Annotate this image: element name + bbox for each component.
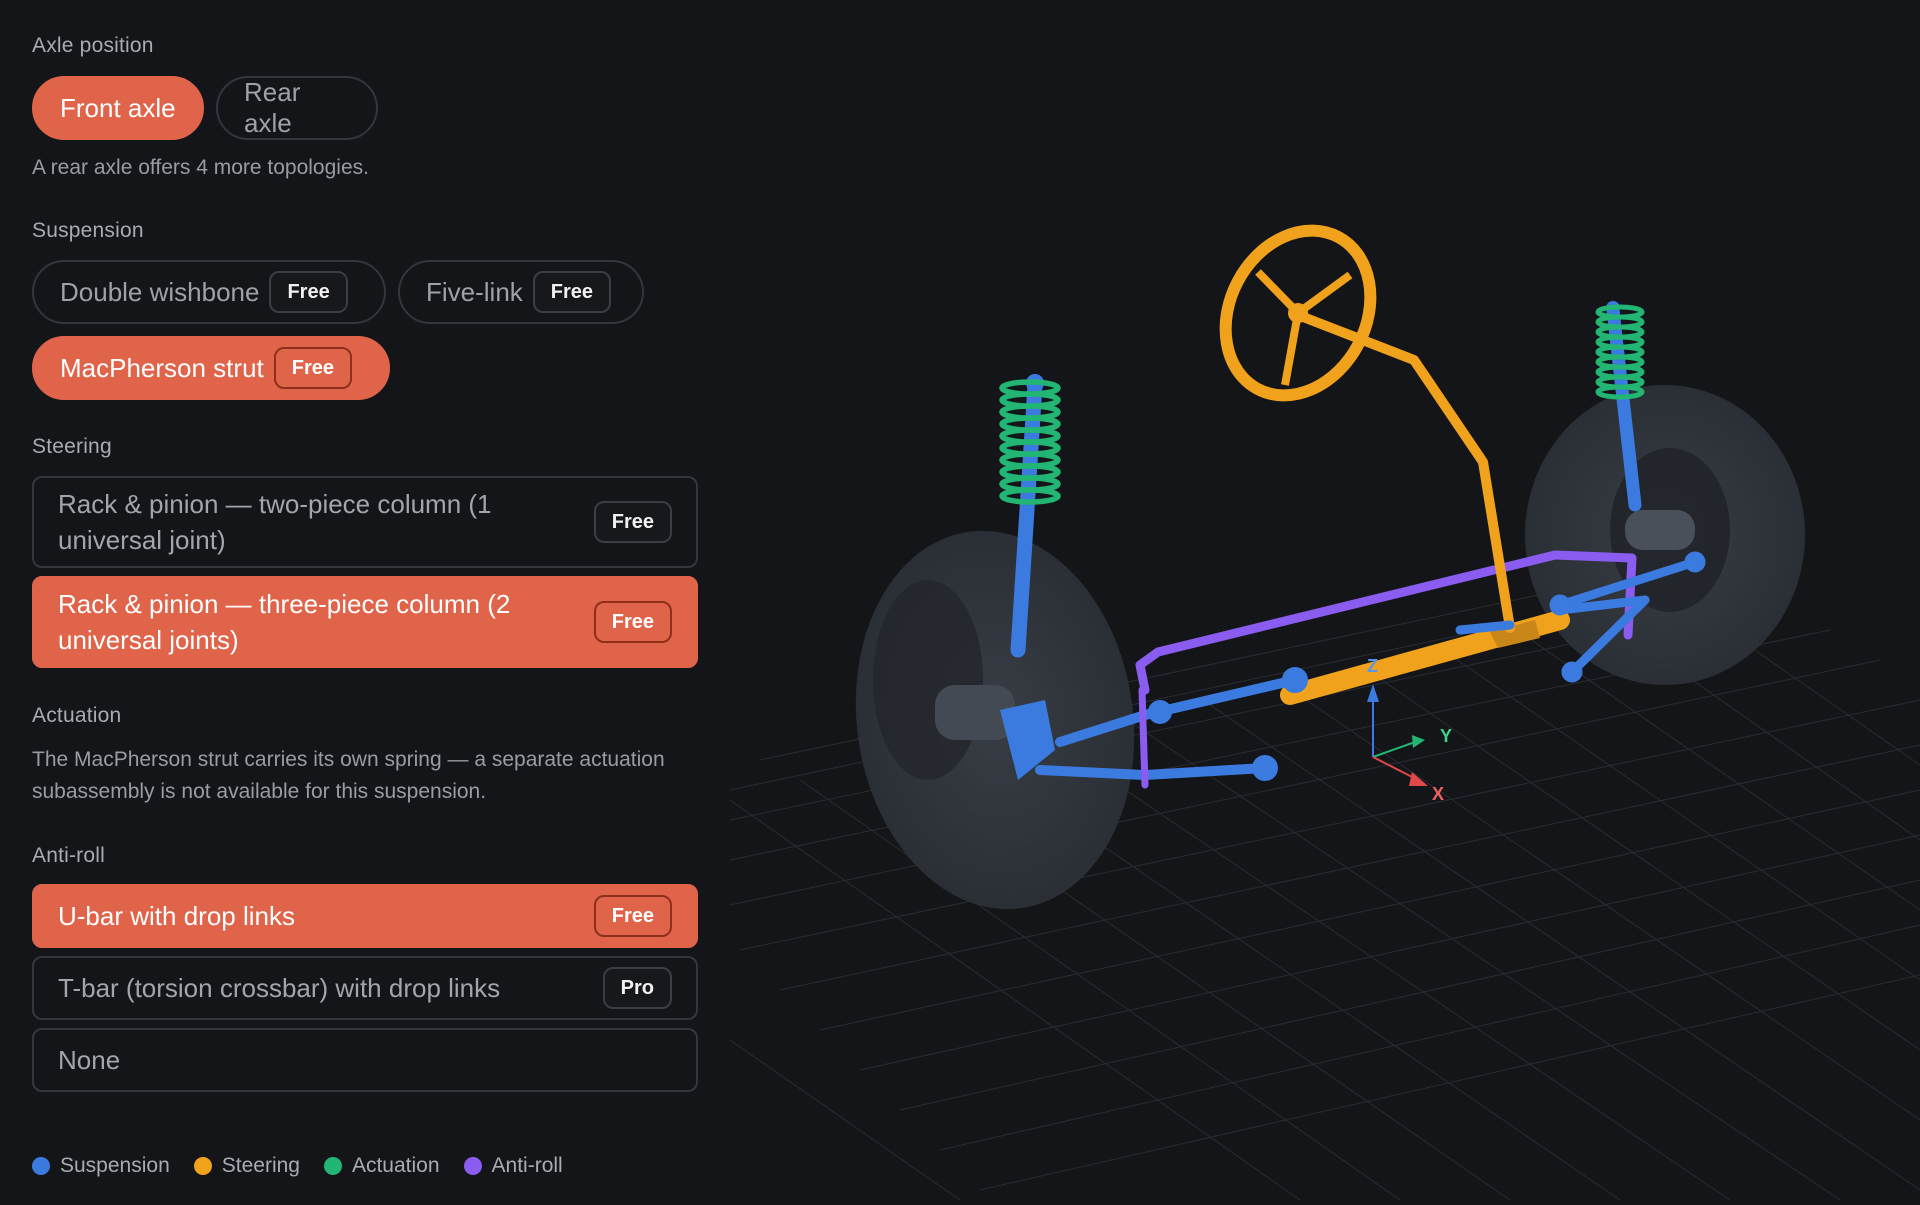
anti-roll-dot-icon [463,1157,482,1175]
left-drop-link [1138,686,1149,789]
free-badge: Free [532,271,612,313]
x-axis-arrow-icon [1409,772,1428,786]
front-axle-button[interactable]: Front axle [32,76,204,140]
axle-position-label: Axle position [32,34,154,57]
steering-label: Steering [32,435,112,458]
t-bar-label: T-bar (torsion crossbar) with drop links [58,973,501,1003]
double-wishbone-button[interactable]: Double wishbone Free [32,260,386,324]
five-link-button[interactable]: Five-link Free [398,260,644,324]
configurator-panel: Axle position Front axle Rear axle A rea… [32,0,698,1200]
rear-axle-label: Rear axle [244,77,301,138]
left-tire [855,530,1135,910]
free-badge: Free [269,271,348,313]
right-tire [1525,385,1805,685]
z-axis-label: Z [1367,656,1378,676]
color-legend: Suspension Steering Actuation Anti-roll [32,1154,587,1178]
suspension-label: Suspension [32,219,144,242]
legend-steering-label: Steering [221,1154,300,1177]
suspension-dot-icon [32,1157,50,1175]
legend-actuation-label: Actuation [351,1154,440,1177]
steering-dot-icon [193,1157,212,1175]
five-link-label: Five-link [426,276,523,307]
free-badge: Free [593,501,672,543]
steering-two-piece-option[interactable]: Rack & pinion — two-piece column (1 univ… [32,476,698,568]
steering-three-piece-label: Rack & pinion — three-piece column (2 un… [58,589,511,655]
legend-anti-roll-label: Anti-roll [491,1154,563,1177]
legend-steering: Steering [193,1154,300,1178]
actuation-label: Actuation [32,704,122,727]
free-badge: Free [593,895,672,937]
y-axis-arrow-icon [1412,735,1425,748]
double-wishbone-label: Double wishbone [60,276,260,307]
steering-three-piece-option[interactable]: Rack & pinion — three-piece column (2 un… [32,576,698,668]
x-axis-label: X [1432,784,1444,804]
steering-column [1293,310,1515,633]
legend-anti-roll: Anti-roll [463,1154,563,1178]
legend-suspension: Suspension [32,1154,170,1178]
steering-two-piece-label: Rack & pinion — two-piece column (1 univ… [58,489,492,555]
free-badge: Free [593,601,672,643]
t-bar-option[interactable]: T-bar (torsion crossbar) with drop links… [32,956,698,1020]
none-option[interactable]: None [32,1028,698,1092]
axle-hint: A rear axle offers 4 more topologies. [32,156,369,179]
steering-rack [1280,610,1570,705]
actuation-dot-icon [323,1157,342,1175]
legend-actuation: Actuation [323,1154,440,1178]
z-axis-arrow-icon [1367,684,1379,702]
actuation-hint: The MacPherson strut carries its own spr… [32,748,665,803]
legend-suspension-label: Suspension [60,1154,170,1177]
steering-wheel [1219,224,1377,402]
anti-roll-label: Anti-roll [32,844,105,867]
rear-axle-button[interactable]: Rear axle [216,76,378,140]
macpherson-strut-label: MacPherson strut [60,352,264,383]
y-axis-label: Y [1440,726,1452,746]
u-bar-option[interactable]: U-bar with drop links Free [32,884,698,948]
free-badge: Free [273,347,352,389]
suspension-model-render[interactable]: Z Y X [729,0,1920,1201]
pro-badge: Pro [602,967,672,1009]
front-axle-label: Front axle [60,92,176,123]
macpherson-strut-button[interactable]: MacPherson strut Free [32,336,390,400]
u-bar-label: U-bar with drop links [58,901,295,931]
3d-viewport[interactable]: Z Y X [729,0,1920,1201]
none-label: None [58,1045,121,1075]
